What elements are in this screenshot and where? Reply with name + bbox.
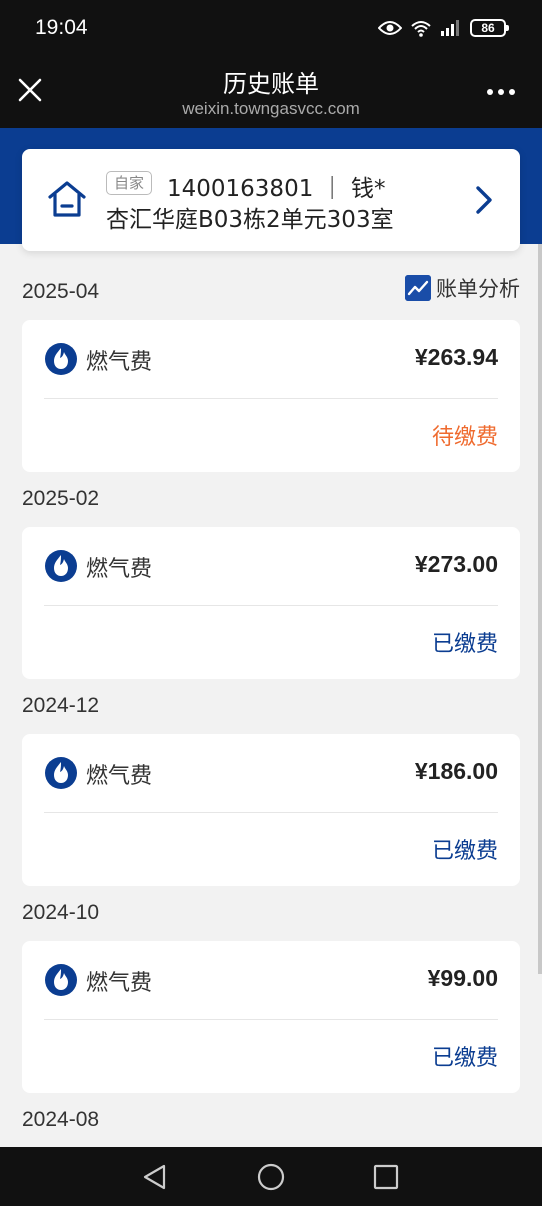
bill-name: 燃气费 [86,350,153,375]
trend-chart-icon [405,275,431,301]
bill-status: 已缴费 [431,1046,498,1071]
bill-status: 已缴费 [431,839,498,864]
month-label: 2024-12 [22,694,100,717]
back-icon[interactable] [140,1162,170,1192]
divider [44,605,498,606]
bill-card[interactable]: 燃气费 ¥273.00 已缴费 [22,527,520,679]
account-card[interactable]: 自家 1400163801 ｜ 钱* 杏汇华庭B03栋2单元303室 [22,149,520,251]
month-label: 2024-10 [22,901,100,924]
nav-bar: 历史账单 weixin.towngasvcc.com [0,56,542,128]
bill-amount: ¥186.00 [414,758,498,784]
recents-square-icon[interactable] [371,1162,401,1192]
status-icons: 86 [378,16,509,40]
page-title: 历史账单 [223,70,319,98]
bill-card[interactable]: 燃气费 ¥186.00 已缴费 [22,734,520,886]
bill-status: 已缴费 [431,632,498,657]
status-time: 19:04 [35,16,88,39]
page-scrollbar[interactable] [538,244,542,974]
battery-icon: 86 [470,19,509,37]
bill-amount: ¥273.00 [414,551,498,577]
month-label: 2025-02 [22,487,100,510]
status-bar: 19:04 86 [0,0,542,56]
gas-flame-icon [45,964,77,996]
bill-analysis-label: 账单分析 [436,277,520,301]
signal-icon [441,20,459,36]
home-icon [48,181,86,217]
divider [44,812,498,813]
account-tag: 自家 [106,171,153,195]
divider [44,398,498,399]
bill-analysis-link[interactable]: 账单分析 [405,273,520,303]
gas-flame-icon [45,550,77,582]
gas-flame-icon [45,757,77,789]
bill-amount: ¥263.94 [414,344,498,370]
bill-card[interactable]: 燃气费 ¥99.00 已缴费 [22,941,520,1093]
bill-name: 燃气费 [86,557,153,582]
bill-name: 燃气费 [86,971,153,996]
account-address: 杏汇华庭B03栋2单元303室 [106,207,394,233]
more-icon[interactable] [486,87,516,97]
system-nav-bar [0,1147,542,1206]
bill-name: 燃气费 [86,764,153,789]
eye-icon [378,21,402,35]
page-url: weixin.towngasvcc.com [182,99,360,118]
chevron-right-icon[interactable] [474,185,494,215]
home-circle-icon[interactable] [256,1162,286,1192]
divider [44,1019,498,1020]
wifi-icon [411,21,431,37]
month-label: 2024-08 [22,1108,100,1131]
bill-amount: ¥99.00 [427,965,498,991]
bill-status[interactable]: 待缴费 [432,419,498,451]
month-label: 2025-04 [22,280,100,303]
account-number: 1400163801 ｜ 钱* [167,176,386,202]
bill-card[interactable]: 燃气费 ¥263.94 待缴费 [22,320,520,472]
gas-flame-icon [45,343,77,375]
